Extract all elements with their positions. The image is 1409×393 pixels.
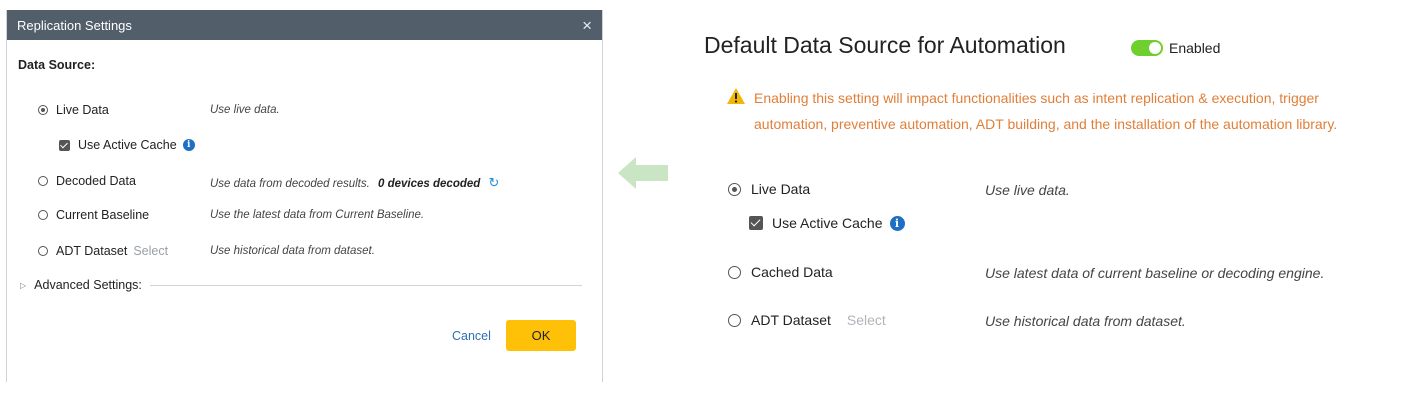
decoded-data-desc-text: Use data from decoded results. [210,178,370,190]
checkbox-use-active-cache[interactable]: Use Active Cache i [59,138,195,152]
warning-line-1: Enabling this setting will impact functi… [754,90,1319,106]
panel-title: Default Data Source for Automation [704,32,1066,58]
radio-decoded-data[interactable]: Decoded Data [38,174,136,188]
adt-dataset-desc: Use historical data from dataset. [210,245,375,257]
panel-radio-cached-data-button[interactable] [728,265,741,279]
devices-decoded-count: 0 devices decoded [378,178,481,190]
radio-live-data-button[interactable] [38,105,48,115]
cancel-button[interactable]: Cancel [452,329,491,343]
data-source-title: Data Source: [18,58,96,72]
current-baseline-desc: Use the latest data from Current Baselin… [210,209,425,221]
panel-use-active-cache-label: Use Active Cache [772,215,883,231]
panel-cached-data-desc: Use latest data of current baseline or d… [985,265,1325,281]
radio-live-data-label: Live Data [56,103,109,117]
radio-adt-dataset-label: ADT Dataset [56,244,128,258]
info-icon[interactable]: i [182,139,195,151]
panel-radio-adt-dataset-button[interactable] [728,313,741,327]
panel-radio-live-data[interactable]: Live Data [728,181,810,197]
panel-info-icon[interactable]: i [889,215,905,231]
warning-message: Enabling this setting will impact functi… [754,85,1404,137]
panel-adt-dataset-desc: Use historical data from dataset. [985,313,1186,329]
use-active-cache-label: Use Active Cache [78,138,177,152]
dialog-header: Replication Settings × [7,10,602,40]
panel-radio-live-data-button[interactable] [728,182,741,196]
checkbox-icon[interactable] [59,139,70,151]
decoded-data-desc: Use data from decoded results. 0 devices… [210,175,499,191]
panel-live-data-desc: Use live data. [985,182,1070,198]
enabled-toggle[interactable] [1131,40,1163,56]
warning-triangle-icon [727,88,745,104]
enabled-label: Enabled [1169,40,1221,56]
radio-live-data[interactable]: Live Data [38,103,109,117]
refresh-icon[interactable]: ↻ [489,175,500,190]
radio-current-baseline-label: Current Baseline [56,208,150,222]
panel-checkbox-use-active-cache[interactable]: Use Active Cache i [749,215,905,231]
ok-button[interactable]: OK [506,320,576,351]
panel-checkbox-icon[interactable] [749,216,763,230]
radio-current-baseline-button[interactable] [38,210,48,220]
radio-decoded-data-label: Decoded Data [56,174,136,188]
radio-decoded-data-button[interactable] [38,176,48,186]
panel-live-data-label: Live Data [751,181,811,197]
expand-icon[interactable]: ▷ [20,281,26,290]
divider [149,284,582,286]
panel-radio-adt-dataset[interactable]: ADT Dataset Select [728,312,886,328]
adt-select-link[interactable]: Select [133,244,168,258]
panel-adt-dataset-label: ADT Dataset [751,312,831,328]
advanced-settings-label: Advanced Settings: [34,278,142,292]
radio-adt-dataset[interactable]: ADT Dataset Select [38,244,168,258]
warning-line-2: automation, preventive automation, ADT b… [754,116,1338,132]
panel-adt-select-link[interactable]: Select [847,312,886,328]
close-icon[interactable]: × [582,17,592,34]
radio-adt-dataset-button[interactable] [38,246,48,256]
live-data-desc: Use live data. [210,104,280,116]
advanced-settings-toggle[interactable]: ▷ Advanced Settings: [20,278,582,292]
dialog-title: Replication Settings [17,17,132,33]
panel-radio-cached-data[interactable]: Cached Data [728,264,833,280]
radio-current-baseline[interactable]: Current Baseline [38,208,149,222]
panel-cached-data-label: Cached Data [751,264,833,280]
